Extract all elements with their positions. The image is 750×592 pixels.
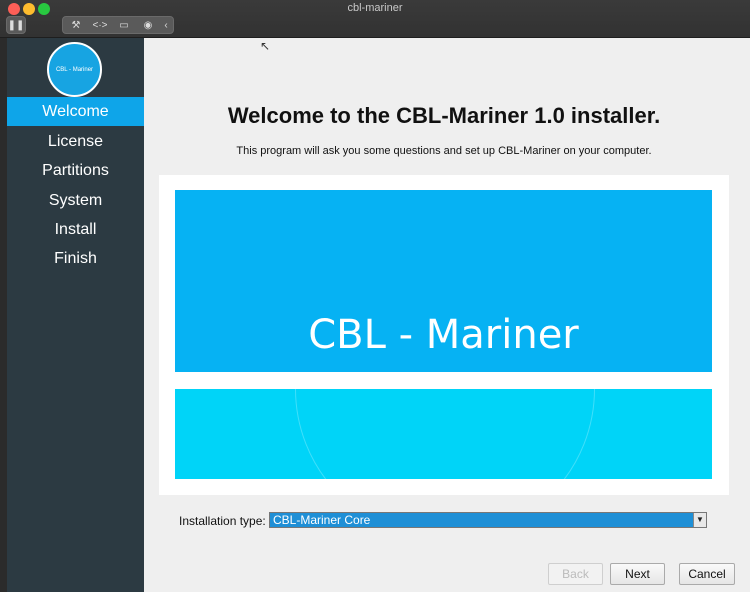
cancel-button-label: Cancel	[688, 567, 726, 581]
pause-icon: ❚❚	[7, 19, 25, 31]
mouse-cursor-icon: ↖	[260, 39, 271, 53]
installation-type-label: Installation type:	[179, 514, 266, 528]
installation-type-value: CBL-Mariner Core	[273, 513, 371, 527]
logo-text: CBL - Mariner	[55, 66, 94, 73]
pause-button[interactable]: ❚❚	[6, 16, 26, 34]
wrench-icon[interactable]: ⚒	[64, 20, 88, 31]
next-button-label: Next	[625, 567, 650, 581]
mariner-logo: CBL - Mariner	[47, 42, 102, 97]
page-subtitle: This program will ask you some questions…	[236, 145, 652, 157]
sidebar-item-system[interactable]: System	[7, 186, 144, 215]
banner-arc-decoration	[295, 389, 595, 479]
banner-text: CBL - Mariner	[308, 312, 579, 358]
user-icon[interactable]: ◉	[136, 20, 160, 31]
back-button-label: Back	[562, 567, 589, 581]
window-titlebar: cbl-mariner ❚❚ ⚒ <·> ▭ ◉ ‹	[0, 0, 750, 38]
sidebar-item-welcome[interactable]: Welcome	[7, 97, 144, 126]
dropdown-arrow-icon[interactable]: ▼	[693, 513, 706, 527]
window-title: cbl-mariner	[347, 2, 403, 14]
chevron-left-icon[interactable]: ‹	[160, 20, 172, 31]
sidebar-item-license[interactable]: License	[7, 127, 144, 156]
banner-image-top: CBL - Mariner	[175, 190, 712, 372]
cancel-button[interactable]: Cancel	[679, 563, 735, 585]
banner-image-bottom	[175, 389, 712, 479]
page-title: Welcome to the CBL-Mariner 1.0 installer…	[227, 103, 661, 128]
next-button[interactable]: Next	[610, 563, 665, 585]
sidebar-item-install[interactable]: Install	[7, 215, 144, 244]
sidebar-item-finish[interactable]: Finish	[7, 244, 144, 273]
code-icon[interactable]: <·>	[88, 20, 112, 31]
installation-type-select[interactable]: CBL-Mariner Core ▼	[269, 512, 707, 528]
back-button[interactable]: Back	[548, 563, 603, 585]
sidebar-item-partitions[interactable]: Partitions	[7, 156, 144, 185]
drive-icon[interactable]: ▭	[112, 20, 136, 31]
vm-toolbar-group: ⚒ <·> ▭ ◉ ‹	[62, 16, 174, 34]
